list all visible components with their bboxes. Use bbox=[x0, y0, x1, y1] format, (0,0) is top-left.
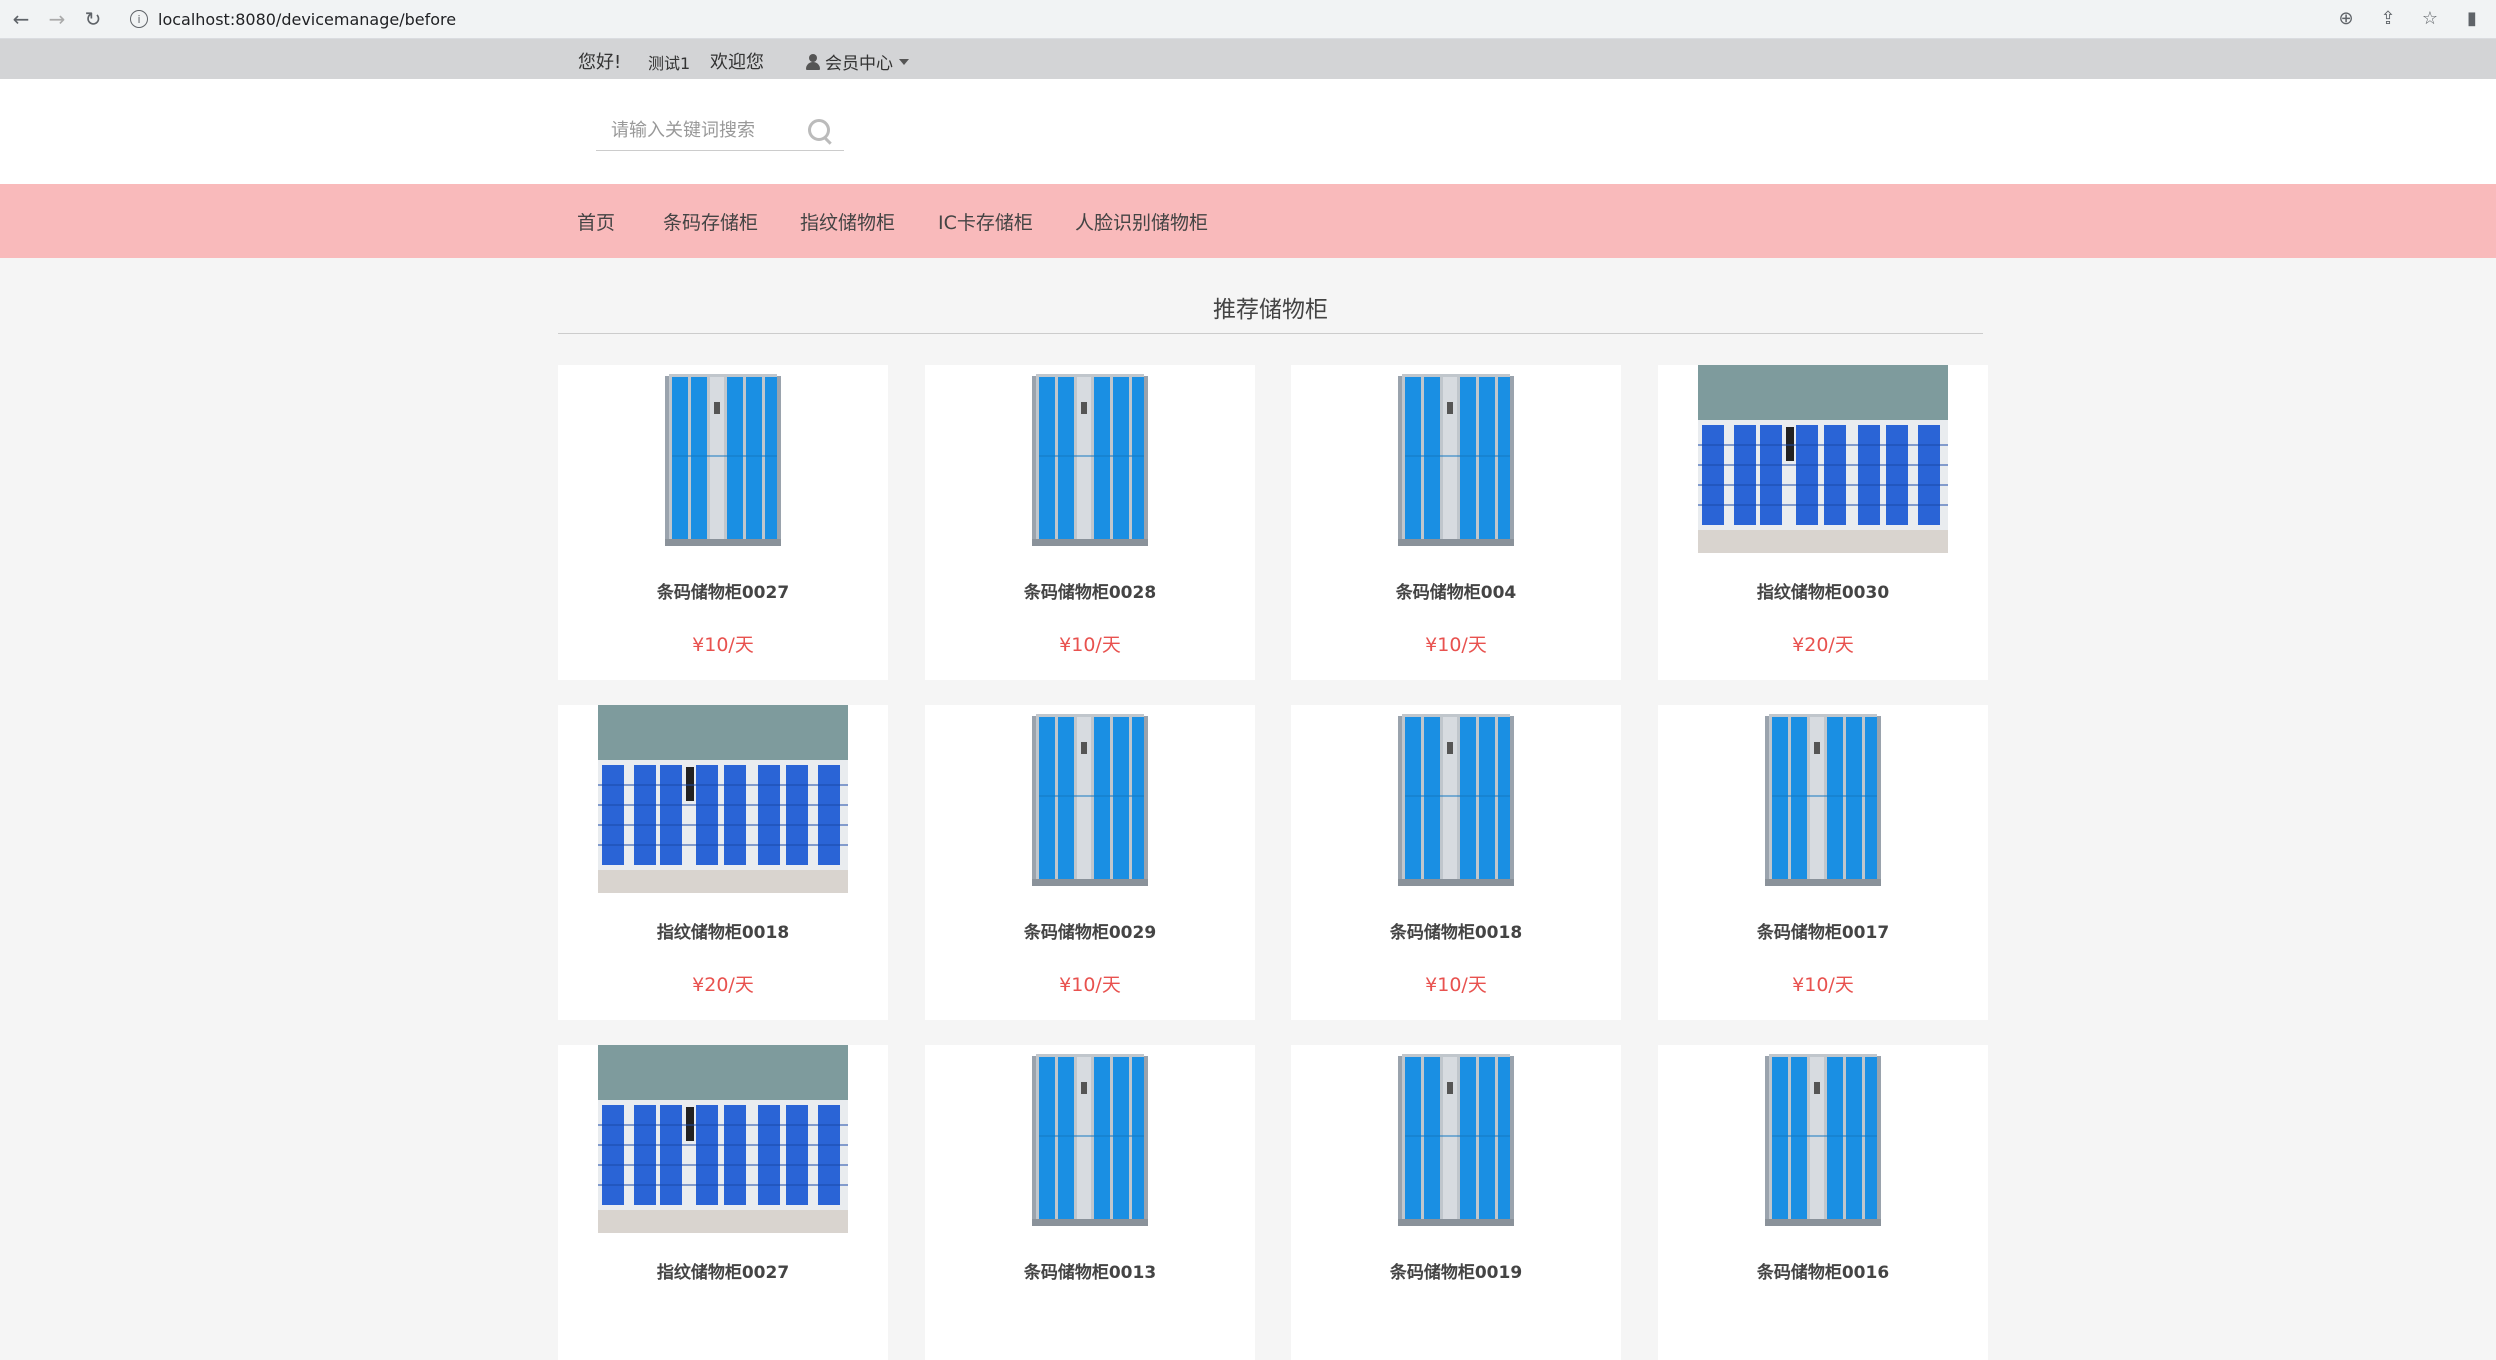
product-image[interactable] bbox=[1658, 705, 1988, 895]
product-price: ¥10/天 bbox=[1792, 974, 1854, 996]
header bbox=[0, 79, 2496, 184]
product-name[interactable]: 条码储物柜0027 bbox=[558, 578, 888, 603]
product-price: ¥10/天 bbox=[692, 634, 754, 656]
top-bar: 您好! 测试1 欢迎您 会员中心 bbox=[0, 39, 2496, 79]
product-price: ¥10/天 bbox=[1425, 974, 1487, 996]
browser-toolbar: ← → ↻ i localhost:8080/devicemanage/befo… bbox=[0, 0, 2496, 39]
product-card[interactable]: 条码储物柜0017 ¥10/天 bbox=[1658, 705, 1988, 1020]
product-price: ¥20/天 bbox=[1792, 634, 1854, 656]
product-name[interactable]: 条码储物柜0013 bbox=[925, 1258, 1255, 1283]
product-name[interactable]: 条码储物柜0029 bbox=[925, 918, 1255, 943]
info-icon[interactable]: i bbox=[130, 10, 148, 28]
product-price: ¥10/天 bbox=[1059, 634, 1121, 656]
product-card[interactable]: 条码储物柜0019 bbox=[1291, 1045, 1621, 1360]
search-box bbox=[596, 110, 844, 151]
product-name[interactable]: 条码储物柜004 bbox=[1291, 578, 1621, 603]
url-text[interactable]: localhost:8080/devicemanage/before bbox=[158, 10, 456, 29]
nav-item-barcode-locker[interactable]: 条码存储柜 bbox=[663, 208, 758, 235]
product-name[interactable]: 指纹储物柜0030 bbox=[1658, 578, 1988, 603]
product-card[interactable]: 指纹储物柜0027 bbox=[558, 1045, 888, 1360]
member-center-dropdown[interactable]: 会员中心 bbox=[805, 49, 909, 74]
nav-item-face-recognition-locker[interactable]: 人脸识别储物柜 bbox=[1075, 208, 1208, 235]
member-center-label: 会员中心 bbox=[825, 54, 893, 74]
product-image[interactable] bbox=[925, 365, 1255, 555]
product-image[interactable] bbox=[1291, 365, 1621, 555]
product-image[interactable] bbox=[925, 705, 1255, 895]
product-image[interactable] bbox=[1658, 365, 1988, 555]
star-icon[interactable]: ☆ bbox=[2416, 4, 2444, 32]
product-card[interactable]: 条码储物柜004 ¥10/天 bbox=[1291, 365, 1621, 680]
nav-item-home[interactable]: 首页 bbox=[577, 208, 615, 235]
product-image[interactable] bbox=[1291, 1045, 1621, 1235]
product-card[interactable]: 条码储物柜0029 ¥10/天 bbox=[925, 705, 1255, 1020]
product-card[interactable]: 条码储物柜0027 ¥10/天 bbox=[558, 365, 888, 680]
user-icon bbox=[805, 53, 821, 70]
greeting-text: 您好! bbox=[578, 52, 622, 73]
product-card[interactable]: 条码储物柜0016 bbox=[1658, 1045, 1988, 1360]
search-input[interactable] bbox=[596, 110, 813, 150]
section-divider bbox=[558, 333, 1983, 334]
product-image[interactable] bbox=[558, 705, 888, 895]
product-image[interactable] bbox=[1291, 705, 1621, 895]
caret-down-icon bbox=[899, 58, 909, 65]
username-link[interactable]: 测试1 bbox=[648, 50, 690, 74]
back-icon[interactable]: ← bbox=[6, 4, 36, 34]
product-name[interactable]: 条码储物柜0018 bbox=[1291, 918, 1621, 943]
product-name[interactable]: 条码储物柜0019 bbox=[1291, 1258, 1621, 1283]
product-card[interactable]: 条码储物柜0028 ¥10/天 bbox=[925, 365, 1255, 680]
product-name[interactable]: 条码储物柜0028 bbox=[925, 578, 1255, 603]
product-card[interactable]: 指纹储物柜0018 ¥20/天 bbox=[558, 705, 888, 1020]
product-name[interactable]: 条码储物柜0017 bbox=[1658, 918, 1988, 943]
section-title: 推荐储物柜 bbox=[1213, 297, 1328, 323]
product-image[interactable] bbox=[558, 365, 888, 555]
share-icon[interactable]: ⇪ bbox=[2374, 4, 2402, 32]
forward-icon[interactable]: → bbox=[42, 4, 72, 34]
main-nav: 首页 条码存储柜 指纹储物柜 IC卡存储柜 人脸识别储物柜 bbox=[0, 184, 2496, 258]
nav-item-ic-card-locker[interactable]: IC卡存储柜 bbox=[938, 208, 1033, 235]
nav-item-fingerprint-locker[interactable]: 指纹储物柜 bbox=[800, 208, 895, 235]
reload-icon[interactable]: ↻ bbox=[78, 4, 108, 34]
product-card[interactable]: 条码储物柜0018 ¥10/天 bbox=[1291, 705, 1621, 1020]
product-name[interactable]: 指纹储物柜0018 bbox=[558, 918, 888, 943]
search-icon[interactable] bbox=[808, 119, 830, 141]
zoom-icon[interactable]: ⊕ bbox=[2332, 4, 2360, 32]
product-image[interactable] bbox=[1658, 1045, 1988, 1235]
product-name[interactable]: 指纹储物柜0027 bbox=[558, 1258, 888, 1283]
product-image[interactable] bbox=[925, 1045, 1255, 1235]
product-image[interactable] bbox=[558, 1045, 888, 1235]
product-price: ¥10/天 bbox=[1059, 974, 1121, 996]
product-price: ¥20/天 bbox=[692, 974, 754, 996]
sidebar-icon[interactable]: ▮ bbox=[2458, 4, 2486, 32]
product-name[interactable]: 条码储物柜0016 bbox=[1658, 1258, 1988, 1283]
welcome-text: 欢迎您 bbox=[710, 52, 764, 73]
product-card[interactable]: 指纹储物柜0030 ¥20/天 bbox=[1658, 365, 1988, 680]
address-bar[interactable]: i localhost:8080/devicemanage/before bbox=[122, 5, 2322, 33]
product-card[interactable]: 条码储物柜0013 bbox=[925, 1045, 1255, 1360]
product-price: ¥10/天 bbox=[1425, 634, 1487, 656]
